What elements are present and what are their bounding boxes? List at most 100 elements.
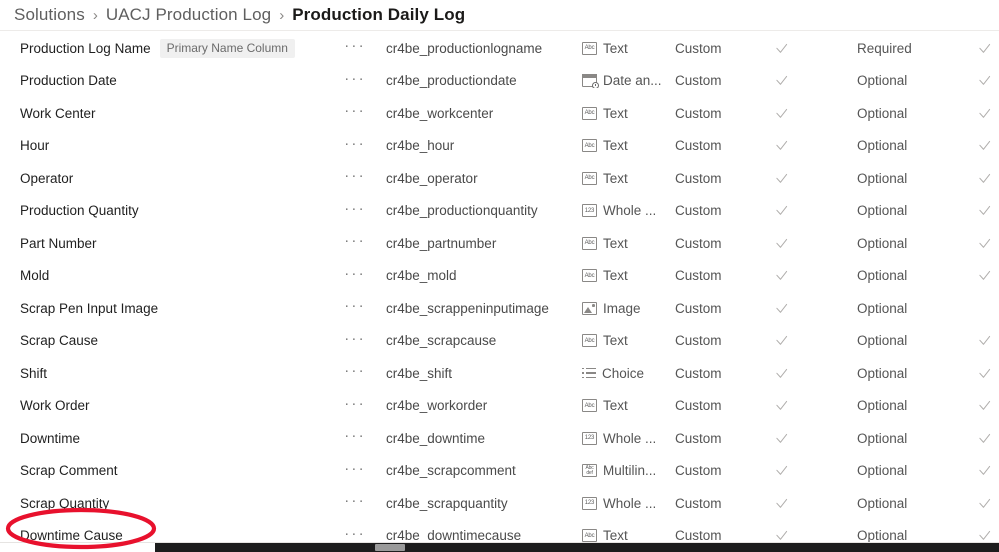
column-customization: Custom xyxy=(675,398,722,414)
column-display-name-cell[interactable]: Shift xyxy=(0,366,324,381)
table-row[interactable]: Operator ··· cr4be_operator Abc Text Custom Op… xyxy=(0,162,999,195)
column-customization: Custom xyxy=(675,333,722,349)
column-display-name-cell[interactable]: Downtime xyxy=(0,431,324,446)
column-logical-name: cr4be_scrappeninputimage xyxy=(386,300,549,316)
column-data-type-cell: Abc Text xyxy=(582,528,675,543)
horizontal-scrollbar-thumb[interactable] xyxy=(375,544,405,551)
column-logical-name: cr4be_mold xyxy=(386,268,457,284)
checkmark-icon xyxy=(978,432,991,445)
table-row[interactable]: Production Log Name Primary Name Column ··… xyxy=(0,32,999,65)
column-requirement-level: Optional xyxy=(857,105,908,121)
table-row[interactable]: Hour ··· cr4be_hour Abc Text Custom Optional xyxy=(0,130,999,163)
text-icon: Abc xyxy=(582,171,597,185)
column-display-name-cell[interactable]: Work Order xyxy=(0,398,324,413)
text-icon: Abc xyxy=(582,529,597,543)
column-display-name-cell[interactable]: Operator xyxy=(0,171,324,186)
column-secondary-flag-cell xyxy=(969,172,999,185)
checkmark-icon xyxy=(775,204,788,217)
column-requirement-level: Optional xyxy=(857,398,908,414)
table-row[interactable]: Downtime ··· cr4be_downtime 123 Whole ... Cus… xyxy=(0,422,999,455)
table-row[interactable]: Production Date ··· cr4be_productiondate Da… xyxy=(0,65,999,98)
column-data-type-label: Text xyxy=(603,170,628,186)
checkmark-icon xyxy=(978,74,991,87)
row-overflow-menu-button[interactable]: ··· xyxy=(324,265,386,287)
column-customization: Custom xyxy=(675,235,722,251)
checkmark-icon xyxy=(775,107,788,120)
column-data-type-cell: Abc Text xyxy=(582,236,675,251)
column-display-name-cell[interactable]: Downtime Cause xyxy=(0,528,324,543)
column-logical-name: cr4be_workcenter xyxy=(386,105,494,121)
column-data-type-cell: Abc Text xyxy=(582,138,675,153)
column-display-name: Scrap Pen Input Image xyxy=(20,300,159,316)
column-display-name-cell[interactable]: Work Center xyxy=(0,106,324,121)
row-overflow-menu-button[interactable]: ··· xyxy=(324,102,386,124)
row-overflow-menu-button[interactable]: ··· xyxy=(324,395,386,417)
column-display-name-cell[interactable]: Scrap Comment xyxy=(0,463,324,478)
checkmark-icon xyxy=(978,367,991,380)
checkmark-icon xyxy=(978,529,991,542)
column-display-name-cell[interactable]: Production Date xyxy=(0,73,324,88)
column-data-type-label: Text xyxy=(603,105,628,121)
row-overflow-menu-button[interactable]: ··· xyxy=(324,135,386,157)
table-row[interactable]: Scrap Quantity ··· cr4be_scrapquantity 123 W… xyxy=(0,487,999,520)
table-row[interactable]: Scrap Pen Input Image ··· cr4be_scrappenin… xyxy=(0,292,999,325)
row-overflow-menu-button[interactable]: ··· xyxy=(324,167,386,189)
table-row[interactable]: Work Order ··· cr4be_workorder Abc Text Custo… xyxy=(0,390,999,423)
table-row[interactable]: Work Center ··· cr4be_workcenter Abc Text Cus… xyxy=(0,97,999,130)
column-secondary-flag-cell xyxy=(969,107,999,120)
table-row[interactable]: Shift ··· cr4be_shift Choice Custom Optional xyxy=(0,357,999,390)
column-secondary-flag-cell xyxy=(969,269,999,282)
column-requirement-level: Optional xyxy=(857,495,908,511)
text-icon: Abc xyxy=(582,399,597,413)
table-row[interactable]: Mold ··· cr4be_mold Abc Text Custom Optional xyxy=(0,260,999,293)
column-display-name-cell[interactable]: Production Log Name Primary Name Column xyxy=(0,38,324,58)
date-time-icon xyxy=(582,74,599,89)
column-display-name-cell[interactable]: Scrap Quantity xyxy=(0,496,324,511)
column-display-name: Shift xyxy=(20,365,48,381)
whole-number-icon: 123 xyxy=(582,496,597,510)
column-customization: Custom xyxy=(675,268,722,284)
row-overflow-menu-button[interactable]: ··· xyxy=(324,200,386,222)
table-row[interactable]: Scrap Comment ··· cr4be_scrapcomment Abc def… xyxy=(0,455,999,488)
text-icon: Abc xyxy=(582,106,597,120)
row-overflow-menu-button[interactable]: ··· xyxy=(324,70,386,92)
column-display-name-cell[interactable]: Hour xyxy=(0,138,324,153)
table-row[interactable]: Scrap Cause ··· cr4be_scrapcause Abc Text Cus… xyxy=(0,325,999,358)
row-overflow-menu-button[interactable]: ··· xyxy=(324,330,386,352)
breadcrumb-item-current: Production Daily Log xyxy=(292,5,466,24)
row-overflow-menu-button[interactable]: ··· xyxy=(324,427,386,449)
column-display-name-cell[interactable]: Mold xyxy=(0,268,324,283)
breadcrumb-item-uacj-production-log[interactable]: UACJ Production Log xyxy=(106,5,271,25)
column-display-name: Scrap Cause xyxy=(20,333,99,349)
column-logical-name: cr4be_hour xyxy=(386,138,455,154)
column-logical-name: cr4be_scrapquantity xyxy=(386,495,508,511)
column-searchable-cell xyxy=(757,334,857,347)
horizontal-scrollbar[interactable] xyxy=(155,543,999,552)
table-row[interactable]: Downtime Cause ··· cr4be_downtimecause Abc T… xyxy=(0,520,999,543)
table-row[interactable]: Part Number ··· cr4be_partnumber Abc Text Cus… xyxy=(0,227,999,260)
column-data-type-label: Whole ... xyxy=(603,495,657,511)
column-display-name-cell[interactable]: Scrap Cause xyxy=(0,333,324,348)
text-icon: Abc xyxy=(582,139,597,153)
row-overflow-menu-button[interactable]: ··· xyxy=(324,525,386,543)
column-searchable-cell xyxy=(757,367,857,380)
row-overflow-menu-button[interactable]: ··· xyxy=(324,37,386,59)
column-requirement-level: Optional xyxy=(857,430,908,446)
column-display-name-cell[interactable]: Part Number xyxy=(0,236,324,251)
checkmark-icon xyxy=(978,42,991,55)
column-requirement-level: Optional xyxy=(857,333,908,349)
row-overflow-menu-button[interactable]: ··· xyxy=(324,232,386,254)
breadcrumb-item-solutions[interactable]: Solutions xyxy=(14,5,85,25)
row-overflow-menu-button[interactable]: ··· xyxy=(324,492,386,514)
column-display-name-cell[interactable]: Scrap Pen Input Image xyxy=(0,301,324,316)
checkmark-icon xyxy=(978,172,991,185)
column-display-name-cell[interactable]: Production Quantity xyxy=(0,203,324,218)
row-overflow-menu-button[interactable]: ··· xyxy=(324,460,386,482)
table-row[interactable]: Production Quantity ··· cr4be_productionqu… xyxy=(0,195,999,228)
column-display-name: Hour xyxy=(20,138,50,154)
column-searchable-cell xyxy=(757,529,857,542)
column-data-type-cell: Abc Text xyxy=(582,41,675,56)
row-overflow-menu-button[interactable]: ··· xyxy=(324,362,386,384)
row-overflow-menu-button[interactable]: ··· xyxy=(324,297,386,319)
column-data-type-label: Date an... xyxy=(603,73,662,89)
